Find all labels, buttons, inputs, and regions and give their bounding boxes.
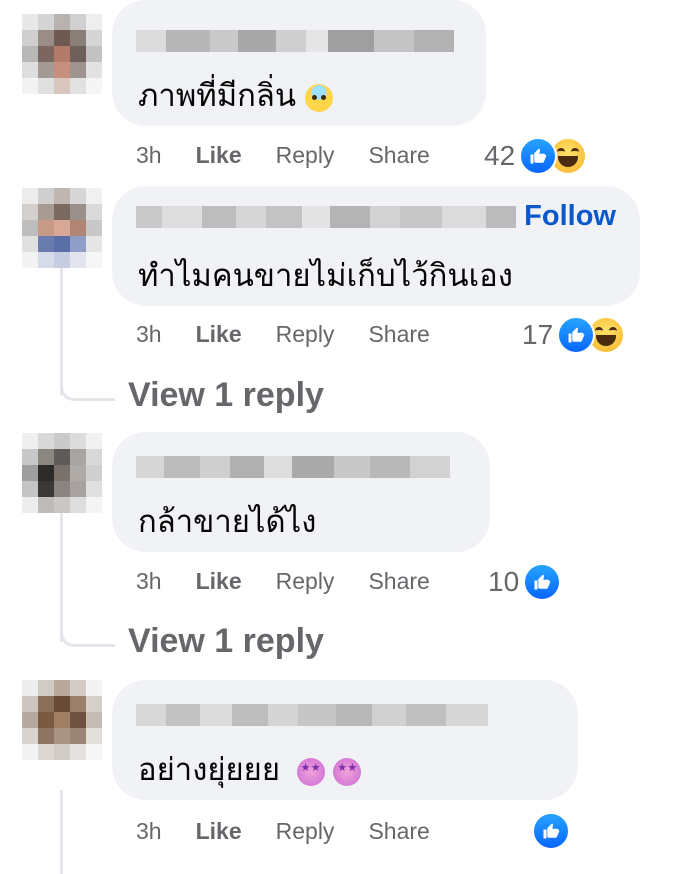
- like-button[interactable]: Like: [196, 321, 242, 348]
- comment-bubble: ภาพที่มีกลิ่น: [112, 0, 486, 126]
- thread-connector: [60, 624, 115, 647]
- star-struck-face-icon: [296, 757, 325, 786]
- like-reaction-icon: [523, 563, 562, 601]
- reply-button[interactable]: Reply: [276, 142, 335, 169]
- comment-text-content: ทำไมคนขายไม่เก็บไว้กินเอง: [138, 258, 513, 293]
- share-button[interactable]: Share: [368, 142, 429, 169]
- comment-bubble: อย่างยุ่ยยย: [112, 680, 578, 800]
- reply-button[interactable]: Reply: [276, 568, 335, 595]
- reaction-summary[interactable]: [532, 812, 570, 850]
- blurred-author-name[interactable]: [136, 206, 516, 228]
- view-replies-link[interactable]: View 1 reply: [128, 622, 324, 661]
- like-reaction-icon: [532, 812, 570, 850]
- like-reaction-icon: [519, 137, 558, 175]
- share-button[interactable]: Share: [368, 818, 429, 845]
- comment-time[interactable]: 3h: [136, 818, 162, 845]
- thread-line: [60, 253, 63, 395]
- blurred-author-name[interactable]: [136, 30, 454, 52]
- like-reaction-icon: [557, 316, 596, 354]
- comment-time[interactable]: 3h: [136, 321, 162, 348]
- comment-time[interactable]: 3h: [136, 568, 162, 595]
- share-button[interactable]: Share: [368, 568, 429, 595]
- anxious-face-icon: [304, 83, 333, 112]
- comment-text: อย่างยุ่ยยย: [138, 744, 362, 794]
- comment-actions: 3h Like Reply Share: [136, 321, 464, 348]
- reaction-summary[interactable]: 42: [484, 137, 588, 175]
- comment-text-content: ภาพที่มีกลิ่น: [138, 78, 297, 113]
- comment-actions: 3h Like Reply Share: [136, 568, 464, 595]
- reply-button[interactable]: Reply: [276, 321, 335, 348]
- comment-actions: 3h Like Reply Share: [136, 818, 464, 845]
- thread-connector: [60, 378, 115, 401]
- star-struck-face-icon: [333, 757, 362, 786]
- reaction-count: 42: [484, 140, 516, 171]
- like-button[interactable]: Like: [196, 142, 242, 169]
- comment-text: ภาพที่มีกลิ่น: [138, 70, 333, 120]
- comment-text: กล้าขายได้ไง: [138, 496, 316, 546]
- reaction-summary[interactable]: 10: [488, 563, 562, 601]
- thread-line: [60, 790, 63, 874]
- follow-button[interactable]: Follow: [524, 200, 616, 233]
- comment-text-content: กล้าขายได้ไง: [138, 504, 317, 539]
- comment-text-content: อย่างยุ่ยยย: [138, 752, 280, 787]
- reply-button[interactable]: Reply: [276, 818, 335, 845]
- share-button[interactable]: Share: [368, 321, 429, 348]
- avatar[interactable]: [22, 14, 102, 94]
- blurred-author-name[interactable]: [136, 704, 488, 726]
- comment-actions: 3h Like Reply Share: [136, 142, 464, 169]
- blurred-author-name[interactable]: [136, 456, 450, 478]
- reaction-summary[interactable]: 17: [522, 316, 626, 354]
- comment-time[interactable]: 3h: [136, 142, 162, 169]
- like-button[interactable]: Like: [196, 568, 242, 595]
- avatar[interactable]: [22, 188, 102, 268]
- thread-line: [60, 500, 63, 642]
- comment-bubble: กล้าขายได้ไง: [112, 432, 490, 552]
- comment-bubble: Follow ทำไมคนขายไม่เก็บไว้กินเอง: [112, 186, 640, 306]
- reaction-count: 17: [522, 319, 554, 350]
- comment-text: ทำไมคนขายไม่เก็บไว้กินเอง: [138, 250, 513, 300]
- like-button[interactable]: Like: [196, 818, 242, 845]
- avatar[interactable]: [22, 680, 102, 760]
- avatar[interactable]: [22, 433, 102, 513]
- view-replies-link[interactable]: View 1 reply: [128, 376, 324, 415]
- reaction-count: 10: [488, 566, 520, 597]
